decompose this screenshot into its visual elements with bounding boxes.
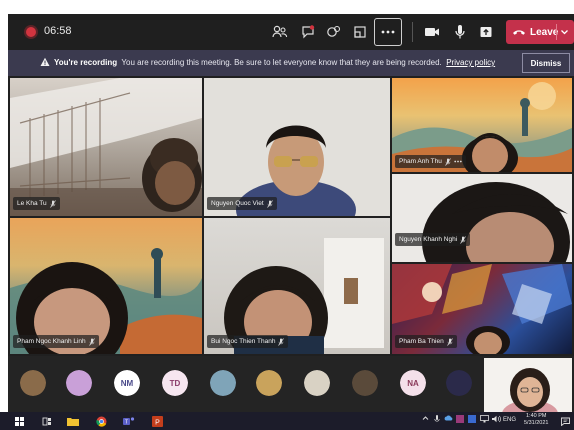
- participant-avatar[interactable]: [20, 370, 46, 396]
- video-tile[interactable]: Le Kha Tu: [10, 78, 202, 216]
- participant-name-tag: Pham Ngoc Khanh Linh: [13, 335, 99, 348]
- participant-name-tag: Pham Ba Thien: [395, 335, 457, 348]
- svg-text:P: P: [155, 419, 160, 426]
- participant-avatar[interactable]: [210, 370, 236, 396]
- muted-mic-icon: [49, 199, 56, 208]
- privacy-policy-link[interactable]: Privacy policy: [446, 58, 495, 67]
- video-feed: [10, 248, 202, 354]
- muted-mic-icon: [278, 337, 285, 346]
- self-video-feed: [484, 358, 572, 412]
- teams-icon[interactable]: T: [122, 414, 136, 428]
- avatar-fill: [446, 370, 472, 396]
- video-tile[interactable]: Pham Ngoc Khanh Linh: [10, 218, 202, 354]
- participant-name-tag: Pham Anh Thu: [395, 155, 466, 168]
- avatar-fill: [304, 370, 330, 396]
- participant-avatar[interactable]: NA: [400, 370, 426, 396]
- input-language[interactable]: ENG: [503, 417, 516, 423]
- show-hidden-icons-icon[interactable]: [422, 415, 429, 423]
- recording-message: You're recording You are recording this …: [54, 58, 495, 67]
- participant-name-tag: Nguyen Quoc Viet: [207, 197, 277, 210]
- recording-title: You're recording: [54, 58, 118, 67]
- meeting-timer: 06:58: [44, 25, 72, 37]
- tray-video-icon[interactable]: [468, 415, 476, 425]
- teams-meeting-window: 06:58 Leave You're recording You are rec…: [0, 0, 574, 430]
- phone-hangup-icon: [513, 30, 525, 35]
- svg-text:T: T: [125, 419, 128, 425]
- video-tile[interactable]: Nguyen Khanh Nghi: [392, 174, 572, 262]
- warning-icon: [40, 57, 50, 66]
- leave-divider: [556, 24, 557, 40]
- file-explorer-icon[interactable]: [66, 414, 80, 428]
- network-icon[interactable]: [480, 415, 489, 425]
- dismiss-button[interactable]: Dismiss: [522, 53, 570, 73]
- reactions-icon[interactable]: [322, 20, 346, 44]
- avatar-fill: [352, 370, 378, 396]
- tray-microphone-icon[interactable]: [434, 415, 440, 426]
- avatar-fill: [66, 370, 92, 396]
- video-tile[interactable]: Pham Ba Thien: [392, 264, 572, 354]
- video-tile[interactable]: Nguyen Quoc Viet: [204, 78, 390, 216]
- powerpoint-icon[interactable]: P: [150, 414, 164, 428]
- more-options-icon: [381, 30, 395, 34]
- volume-icon[interactable]: [492, 415, 501, 425]
- video-grid: Le Kha Tu Nguyen Quoc Viet Pham Anh Thu …: [8, 76, 574, 356]
- participant-avatar[interactable]: [256, 370, 282, 396]
- notifications-icon[interactable]: [558, 414, 572, 428]
- muted-mic-icon: [88, 337, 95, 346]
- share-tray-icon[interactable]: [348, 20, 372, 44]
- muted-mic-icon: [445, 157, 451, 166]
- avatar-fill: [210, 370, 236, 396]
- camera-icon[interactable]: [420, 20, 444, 44]
- participant-name-tag: Bui Ngoc Thien Thanh: [207, 335, 289, 348]
- recording-text: You are recording this meeting. Be sure …: [121, 58, 442, 67]
- participant-avatar[interactable]: [304, 370, 330, 396]
- onedrive-icon[interactable]: [444, 415, 453, 423]
- leave-button[interactable]: Leave: [506, 20, 574, 44]
- participant-avatar[interactable]: NM: [114, 370, 140, 396]
- participant-avatar[interactable]: TD: [162, 370, 188, 396]
- avatar-fill: [256, 370, 282, 396]
- toolbar-divider: [412, 22, 413, 42]
- microphone-icon[interactable]: [448, 20, 472, 44]
- participant-avatar-strip: NM TD NA: [8, 356, 574, 412]
- more-options-icon[interactable]: [454, 160, 462, 163]
- recording-banner: You're recording You are recording this …: [8, 50, 574, 76]
- muted-mic-icon: [446, 337, 453, 346]
- participant-name-tag: Le Kha Tu: [13, 197, 60, 210]
- participant-name-tag: Nguyen Khanh Nghi: [395, 233, 471, 246]
- muted-mic-icon: [460, 235, 466, 244]
- video-feed: [422, 182, 570, 262]
- muted-mic-icon: [266, 199, 273, 208]
- video-feed: [204, 78, 390, 216]
- windows-taskbar: T P ENG 1:40 PM 5/31/2021: [0, 412, 574, 430]
- video-feed: [10, 78, 202, 216]
- system-clock[interactable]: 1:40 PM 5/31/2021: [524, 413, 548, 427]
- share-icon[interactable]: [474, 20, 498, 44]
- video-tile[interactable]: Pham Anh Thu: [392, 78, 572, 172]
- chrome-icon[interactable]: [94, 414, 108, 428]
- people-icon[interactable]: [268, 20, 292, 44]
- chevron-down-icon[interactable]: [560, 25, 569, 39]
- participant-avatar[interactable]: [66, 370, 92, 396]
- self-view-video[interactable]: [484, 358, 572, 412]
- meeting-toolbar: 06:58 Leave: [8, 14, 574, 50]
- participant-avatar[interactable]: [352, 370, 378, 396]
- tray-app-icon[interactable]: [456, 415, 464, 425]
- task-view-icon[interactable]: [40, 414, 54, 428]
- recording-indicator-icon: [26, 27, 36, 37]
- participant-avatar[interactable]: [446, 370, 472, 396]
- chat-icon[interactable]: [296, 20, 320, 44]
- windows-start-icon[interactable]: [12, 414, 26, 428]
- video-feed: [224, 238, 384, 354]
- avatar-fill: [20, 370, 46, 396]
- more-options-button[interactable]: [374, 18, 402, 46]
- video-tile[interactable]: Bui Ngoc Thien Thanh: [204, 218, 390, 354]
